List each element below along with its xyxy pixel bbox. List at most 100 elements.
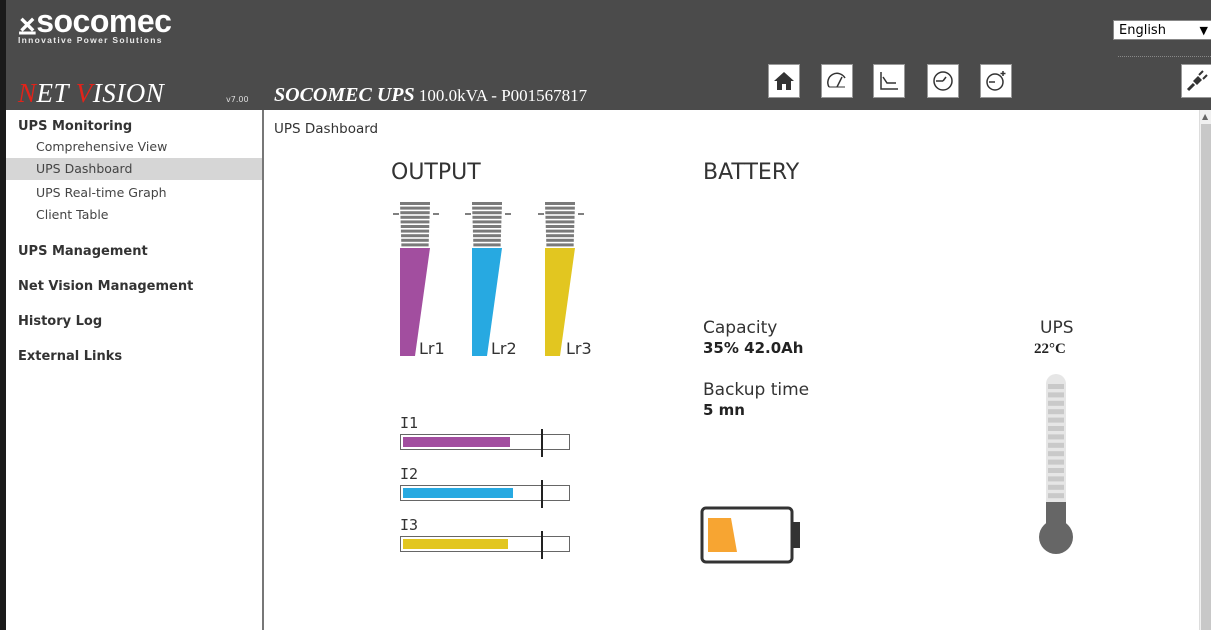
breadcrumb: UPS Dashboard xyxy=(274,121,379,137)
load-segment xyxy=(473,238,501,242)
thermometer-tick xyxy=(1048,476,1064,482)
temperature-label: UPS xyxy=(1040,318,1074,338)
load-segment xyxy=(472,206,502,210)
backup-time-label: Backup time xyxy=(703,380,810,400)
load-segment xyxy=(400,220,430,224)
sidebar-section-ups-management[interactable]: UPS Management xyxy=(18,244,148,259)
load-segment xyxy=(400,202,430,205)
history-button[interactable] xyxy=(927,64,959,98)
language-selected: English xyxy=(1119,23,1166,38)
thermometer-tick xyxy=(1048,442,1064,448)
history-icon xyxy=(933,71,953,91)
temperature-value: 22°C xyxy=(1034,341,1066,357)
graph-button[interactable] xyxy=(873,64,905,98)
language-select[interactable]: English ▼ xyxy=(1113,20,1211,40)
load-bar-lr2 xyxy=(465,202,511,356)
load-segment xyxy=(545,229,575,233)
current-fill-i2 xyxy=(403,488,513,498)
load-bar-lr3 xyxy=(538,202,584,356)
thermometer-tick xyxy=(1048,409,1064,415)
current-label-i3: I3 xyxy=(400,516,419,534)
load-segment xyxy=(401,243,429,247)
load-segment xyxy=(545,215,575,219)
sidebar-item-ups-dashboard[interactable]: UPS Dashboard xyxy=(6,158,263,180)
schedule-button[interactable] xyxy=(980,64,1012,98)
load-segment xyxy=(472,202,502,205)
load-segment xyxy=(546,234,574,238)
current-threshold-marker xyxy=(541,429,543,457)
load-segment xyxy=(473,243,501,247)
home-button[interactable] xyxy=(768,64,800,98)
load-segment xyxy=(401,234,429,238)
thermometer-tick xyxy=(1048,392,1064,398)
thermometer-tick xyxy=(1048,434,1064,440)
version-label: v7.00 xyxy=(226,95,249,104)
load-segment xyxy=(472,220,502,224)
load-segment xyxy=(472,211,502,215)
current-bar-i3 xyxy=(400,531,570,559)
logout-button[interactable] xyxy=(1181,64,1211,98)
load-segment xyxy=(400,215,430,219)
backup-time-value: 5 mn xyxy=(703,401,745,419)
current-threshold-marker xyxy=(541,531,543,559)
home-icon xyxy=(774,72,794,90)
load-label-lr3: Lr3 xyxy=(566,339,592,358)
current-label-i1: I1 xyxy=(400,414,419,432)
plug-icon xyxy=(1186,70,1208,92)
current-fill-i3 xyxy=(403,539,508,549)
sidebar-divider xyxy=(262,110,264,630)
load-segment xyxy=(400,211,430,215)
sidebar-item-ups-realtime-graph[interactable]: UPS Real-time Graph xyxy=(36,185,167,200)
thermometer-tick xyxy=(1048,384,1064,389)
load-segment xyxy=(546,243,574,247)
sidebar-item-client-table[interactable]: Client Table xyxy=(36,207,109,222)
load-segment xyxy=(472,225,502,228)
thermometer-tick xyxy=(1048,426,1064,431)
battery-icon xyxy=(700,506,800,564)
device-title: SOCOMEC UPS 100.0kVA - P001567817 xyxy=(274,84,587,107)
load-label-lr1: Lr1 xyxy=(419,339,445,358)
net-vision-logo: NET VISION xyxy=(18,78,165,108)
load-segment xyxy=(472,229,502,233)
thermometer-tick xyxy=(1048,400,1064,406)
capacity-label: Capacity xyxy=(703,318,778,338)
load-segment xyxy=(546,238,574,242)
load-segment xyxy=(545,220,575,224)
header: ⨱socomec Innovative Power Solutions Engl… xyxy=(6,0,1211,110)
dropdown-arrow-icon: ▼ xyxy=(1199,24,1208,37)
sidebar-section-ups-monitoring[interactable]: UPS Monitoring xyxy=(18,119,132,134)
device-rating: 100.0kVA - P001567817 xyxy=(418,86,588,105)
logo-tagline: Innovative Power Solutions xyxy=(18,35,163,45)
thermometer-tick xyxy=(1048,493,1064,499)
gauge-button[interactable] xyxy=(821,64,853,98)
vertical-scrollbar[interactable]: ▲ xyxy=(1199,110,1211,630)
current-fill-i1 xyxy=(403,437,510,447)
logo-arrow-icon: ⨱ xyxy=(18,3,37,39)
schedule-icon xyxy=(986,71,1006,91)
sidebar-section-history-log[interactable]: History Log xyxy=(18,314,102,329)
battery-title: BATTERY xyxy=(703,160,800,185)
current-bar-i2 xyxy=(400,480,570,508)
scrollbar-thumb[interactable] xyxy=(1201,124,1211,630)
device-name: SOCOMEC UPS xyxy=(274,84,415,106)
output-title: OUTPUT xyxy=(391,160,481,185)
thermometer-tick xyxy=(1048,459,1064,465)
thermometer-tick xyxy=(1048,468,1064,473)
sidebar-item-comprehensive-view[interactable]: Comprehensive View xyxy=(36,139,167,154)
load-segment xyxy=(545,202,575,205)
sidebar-section-external-links[interactable]: External Links xyxy=(18,349,122,364)
divider xyxy=(1118,56,1211,57)
load-label-lr2: Lr2 xyxy=(491,339,517,358)
logo-text: socomec xyxy=(36,3,172,39)
load-segment xyxy=(400,225,430,228)
load-segment xyxy=(473,234,501,238)
current-label-i2: I2 xyxy=(400,465,419,483)
load-segment xyxy=(401,238,429,242)
thermometer-icon xyxy=(1039,374,1073,554)
sidebar-section-net-vision-management[interactable]: Net Vision Management xyxy=(18,279,193,294)
load-segment xyxy=(400,229,430,233)
current-bar-i1 xyxy=(400,429,570,457)
socomec-logo[interactable]: ⨱socomec Innovative Power Solutions xyxy=(18,3,172,45)
scroll-up-icon[interactable]: ▲ xyxy=(1202,112,1208,121)
graph-icon xyxy=(880,72,898,90)
